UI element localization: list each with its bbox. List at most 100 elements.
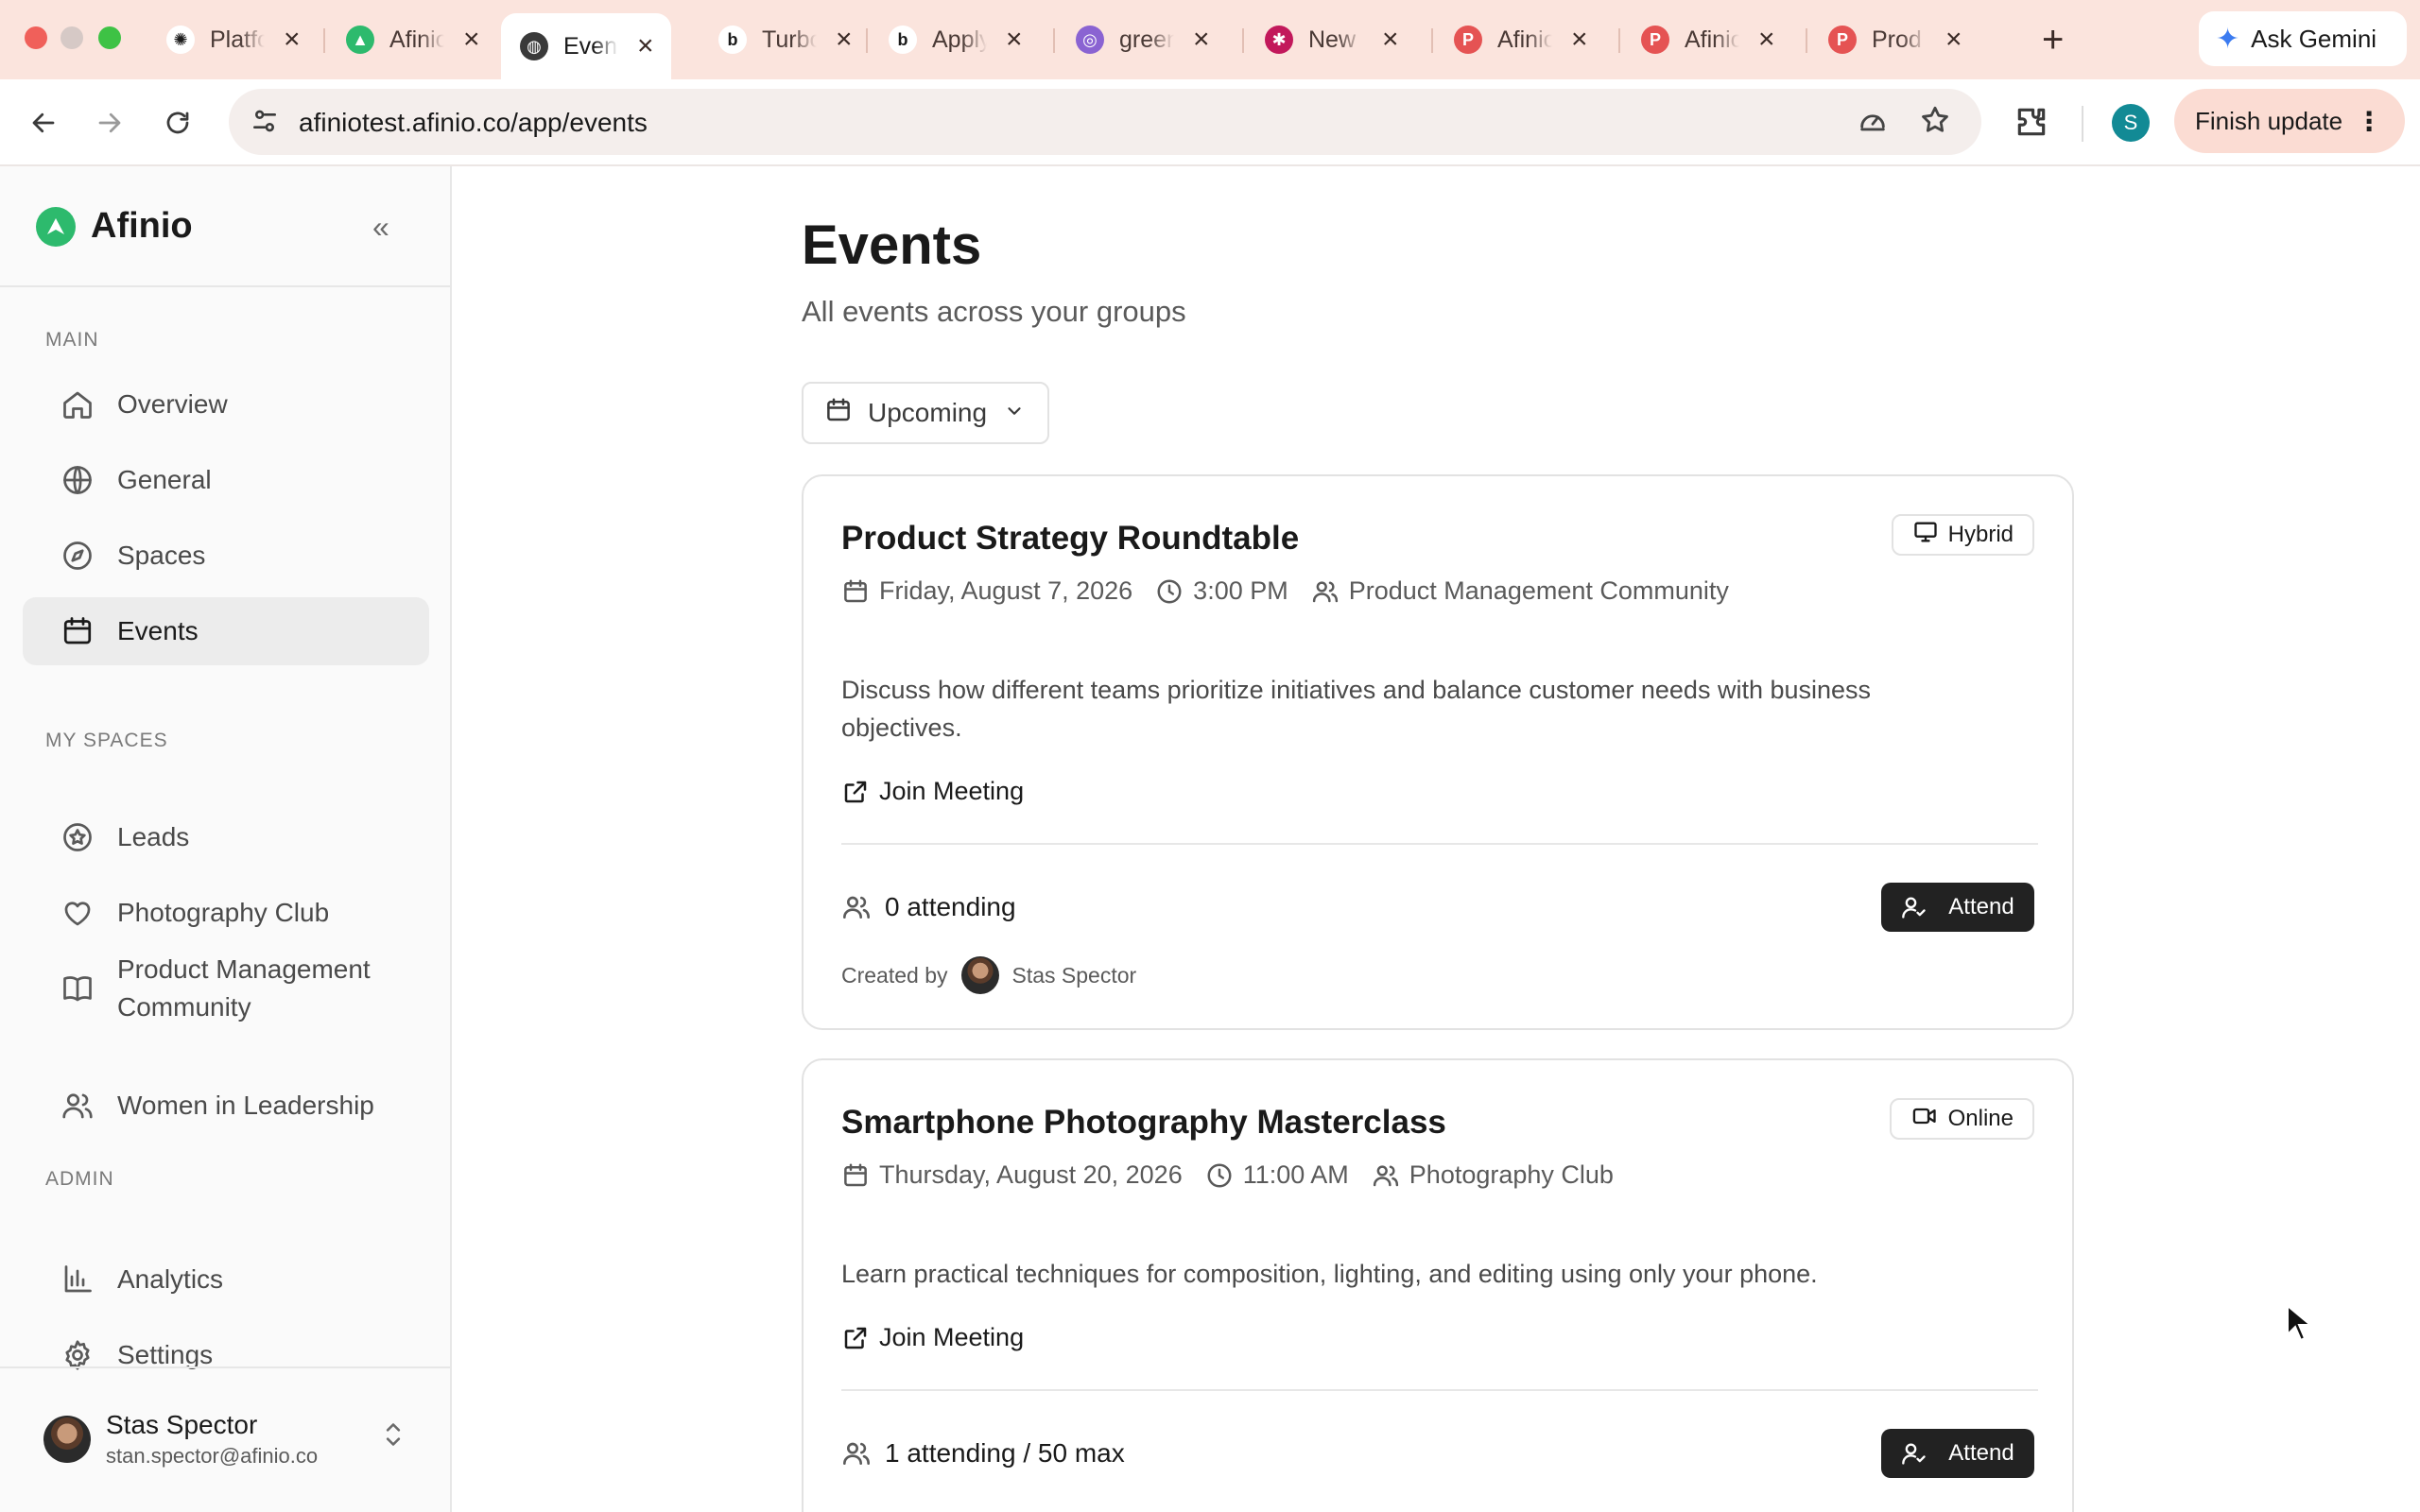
user-menu[interactable]: Stas Spector stan.spector@afinio.co	[43, 1410, 318, 1469]
browser-tab[interactable]: ✺ Platform ×	[147, 13, 318, 66]
tab-separator	[1618, 28, 1620, 53]
close-window-button[interactable]	[25, 26, 47, 49]
ask-gemini-label: Ask Gemini	[2251, 24, 2377, 53]
users-icon	[843, 1442, 870, 1465]
sidebar-item-general[interactable]: General	[23, 446, 429, 514]
attendance-count: 0 attending	[841, 892, 1016, 922]
b-logo-icon: b	[718, 26, 747, 54]
monitor-icon	[1912, 519, 1939, 552]
tab-title: green	[1119, 26, 1174, 53]
close-tab-icon[interactable]: ×	[637, 30, 654, 62]
browser-tab[interactable]: P Prod ×	[1809, 13, 1979, 66]
join-meeting-link[interactable]: Join Meeting	[841, 1323, 1024, 1352]
page-title: Events	[802, 215, 982, 276]
new-tab-button[interactable]: +	[2042, 19, 2064, 61]
page-subtitle: All events across your groups	[802, 295, 1186, 328]
external-link-icon	[844, 781, 867, 802]
bookmark-star-icon[interactable]	[1919, 104, 1951, 144]
attend-button[interactable]: Attend	[1881, 1429, 2034, 1478]
sidebar-item-settings[interactable]: Settings	[23, 1321, 429, 1389]
sidebar-item-overview[interactable]: Overview	[23, 370, 429, 438]
tab-separator	[1431, 28, 1433, 53]
divider	[841, 843, 2038, 845]
maximize-window-button[interactable]	[98, 26, 121, 49]
tab-title: Afinio	[1497, 26, 1552, 53]
sidebar-item-analytics[interactable]: Analytics	[23, 1246, 429, 1314]
browser-tab[interactable]: b Apply ×	[870, 13, 1040, 66]
sidebar-item-label: Analytics	[117, 1264, 224, 1294]
close-tab-icon[interactable]: ×	[1945, 24, 1962, 56]
browser-tab[interactable]: P Afinio ×	[1435, 13, 1605, 66]
tab-title: Apply	[932, 26, 987, 53]
browser-tab[interactable]: ✱ New ×	[1246, 13, 1416, 66]
forward-arrow-icon[interactable]	[85, 98, 134, 147]
sidebar-item-label: Women in Leadership	[117, 1091, 374, 1120]
event-description: Learn practical techniques for compositi…	[841, 1260, 1818, 1288]
tab-separator	[1053, 28, 1055, 53]
chevron-up-down-icon[interactable]	[380, 1418, 406, 1456]
ask-gemini-button[interactable]: ✦ Ask Gemini	[2199, 11, 2407, 66]
users-icon	[1312, 580, 1338, 602]
close-tab-icon[interactable]: ×	[836, 24, 853, 56]
p-logo-icon: P	[1828, 26, 1857, 54]
sidebar-item-leads[interactable]: Leads	[23, 803, 429, 871]
sidebar-item-product-management-community[interactable]: Product Management Community	[23, 943, 429, 1034]
close-tab-icon[interactable]: ×	[1571, 24, 1588, 56]
sidebar-item-photography-club[interactable]: Photography Club	[23, 879, 429, 947]
close-tab-icon[interactable]: ×	[463, 24, 480, 56]
event-title[interactable]: Product Strategy Roundtable	[841, 520, 1299, 558]
event-type-badge: Hybrid	[1891, 514, 2034, 556]
back-arrow-icon[interactable]	[19, 98, 68, 147]
attend-button[interactable]: Attend	[1881, 883, 2034, 932]
close-tab-icon[interactable]: ×	[1006, 24, 1023, 56]
tab-separator	[323, 28, 325, 53]
user-check-icon	[1902, 897, 1926, 919]
profile-avatar[interactable]: S	[2112, 104, 2150, 142]
afinio-logo-icon	[36, 206, 76, 247]
home-icon	[63, 391, 92, 419]
event-group[interactable]: Photography Club	[1409, 1160, 1614, 1190]
browser-tab[interactable]: ▲ Afinio ×	[327, 13, 497, 66]
user-email: stan.spector@afinio.co	[106, 1444, 319, 1468]
event-title[interactable]: Smartphone Photography Masterclass	[841, 1104, 1446, 1142]
close-tab-icon[interactable]: ×	[1193, 24, 1210, 56]
users-icon	[62, 1093, 93, 1119]
sidebar-item-label: Photography Club	[117, 898, 330, 927]
reload-icon[interactable]	[153, 98, 202, 147]
sidebar-item-women-in-leadership[interactable]: Women in Leadership	[23, 1072, 429, 1140]
tab-title: New	[1308, 26, 1357, 53]
avatar	[960, 956, 999, 994]
tab-separator	[1806, 28, 1807, 53]
site-settings-icon[interactable]	[250, 106, 280, 141]
close-tab-icon[interactable]: ×	[284, 24, 301, 56]
extensions-icon[interactable]	[2014, 104, 2049, 145]
url-text[interactable]: afiniotest.afinio.co/app/events	[299, 108, 648, 138]
close-tab-icon[interactable]: ×	[1382, 24, 1399, 56]
join-meeting-link[interactable]: Join Meeting	[841, 777, 1024, 806]
finish-update-button[interactable]: Finish update ⋮	[2174, 89, 2405, 153]
attendance-count: 1 attending / 50 max	[841, 1438, 1125, 1469]
browser-tab[interactable]: ◍ Events ×	[501, 13, 671, 79]
browser-tab[interactable]: b Turbo ×	[700, 13, 870, 66]
sidebar-item-events[interactable]: Events	[23, 597, 429, 665]
minimize-window-button[interactable]	[60, 26, 83, 49]
event-filter-dropdown[interactable]: Upcoming	[802, 382, 1049, 444]
sidebar-item-spaces[interactable]: Spaces	[23, 522, 429, 590]
address-bar[interactable]: afiniotest.afinio.co/app/events	[229, 89, 1981, 155]
user-name: Stas Spector	[106, 1410, 258, 1439]
collapse-sidebar-icon[interactable]: «	[372, 210, 389, 245]
divider	[841, 1389, 2038, 1391]
event-group[interactable]: Product Management Community	[1349, 576, 1729, 606]
chevron-down-icon	[1004, 398, 1025, 428]
browser-tab[interactable]: P Afinio ×	[1622, 13, 1792, 66]
avatar	[43, 1416, 91, 1463]
browser-tab[interactable]: ◎ green ×	[1057, 13, 1227, 66]
performance-icon[interactable]	[1857, 104, 1889, 144]
tab-title: Events	[563, 32, 618, 60]
close-tab-icon[interactable]: ×	[1758, 24, 1775, 56]
brand[interactable]: Afinio	[36, 206, 193, 247]
more-menu-icon[interactable]: ⋮	[2356, 106, 2382, 137]
tab-separator	[1242, 28, 1244, 53]
openai-icon: ✺	[166, 26, 195, 54]
browser-tab-bar: ✺ Platform × ▲ Afinio × ◍ Events × b Turbo × b Apply ×…	[0, 0, 2420, 79]
